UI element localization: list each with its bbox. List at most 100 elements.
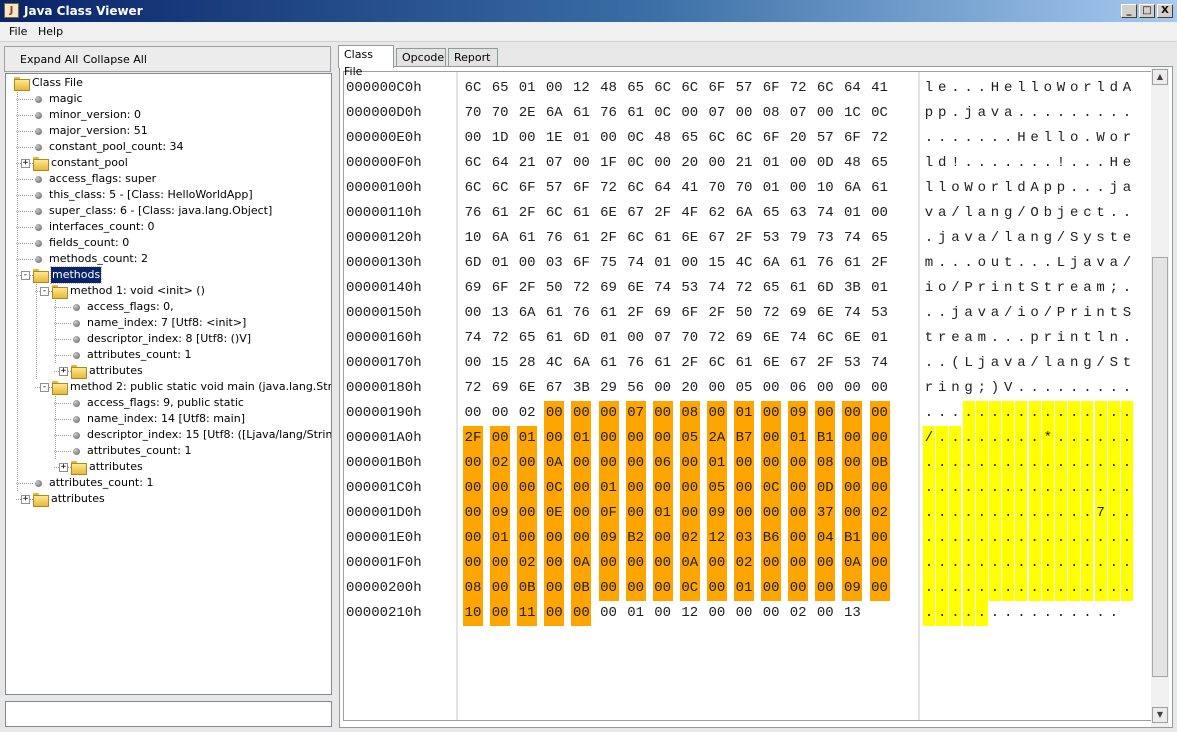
hex-byte[interactable]: 12 [706,526,727,551]
ascii-char[interactable]: . [1068,476,1081,501]
hex-byte[interactable]: 01 [571,126,591,151]
hex-byte[interactable]: 0C [653,101,673,126]
hex-byte[interactable]: 13 [490,301,510,326]
ascii-char[interactable]: a [989,351,1001,376]
ascii-char[interactable]: S [1029,276,1041,301]
ascii-char[interactable]: . [1094,476,1107,501]
ascii-char[interactable]: e [1121,151,1133,176]
hex-byte[interactable]: 2F [626,301,646,326]
tree-node-label[interactable]: attributes [89,363,143,379]
hex-byte[interactable]: 00 [571,526,592,551]
ascii-char[interactable]: d [936,151,948,176]
tree-node[interactable]: constant_pool_count: 34 [6,139,326,155]
ascii-char[interactable]: n [1095,301,1107,326]
ascii-char[interactable]: o [976,251,988,276]
tree-node-label[interactable]: attributes_count: 1 [87,443,191,459]
ascii-char[interactable]: g [1042,226,1054,251]
hex-byte[interactable]: 08 [815,451,836,476]
hex-byte[interactable]: 1D [490,126,510,151]
ascii-char[interactable]: . [989,526,1001,551]
ascii-char[interactable]: r [1042,326,1054,351]
ascii-char[interactable]: O [1029,201,1041,226]
hex-byte[interactable]: 21 [517,151,537,176]
hex-byte[interactable]: 6C [490,176,510,201]
hex-byte[interactable]: 00 [788,151,808,176]
tree-node[interactable]: interfaces_count: 0 [6,219,326,235]
ascii-char[interactable]: . [949,551,962,576]
ascii-char[interactable]: o [936,276,948,301]
hex-byte[interactable]: 48 [653,126,673,151]
tree-node-label[interactable]: attributes [89,459,143,475]
ascii-char[interactable]: t [1121,351,1133,376]
tree-node[interactable]: fields_count: 0 [6,235,326,251]
hex-byte[interactable]: 6F [517,176,537,201]
ascii-char[interactable]: l [1002,226,1014,251]
hex-byte[interactable]: 63 [788,201,808,226]
hex-byte[interactable]: 6F [680,301,700,326]
ascii-char[interactable]: . [975,526,988,551]
ascii-char[interactable]: P [1055,301,1067,326]
hex-byte[interactable]: 00 [490,401,510,426]
hex-byte[interactable]: 74 [707,276,727,301]
ascii-char[interactable]: . [1095,151,1107,176]
hex-byte[interactable]: 69 [463,276,483,301]
hex-byte[interactable]: 65 [870,226,890,251]
hex-byte[interactable]: 00 [815,551,836,576]
tree-node-label[interactable]: major_version: 51 [49,123,148,139]
ascii-char[interactable]: . [936,476,949,501]
hex-byte[interactable]: 2F [707,301,727,326]
collapse-toggle-icon[interactable]: - [40,383,49,392]
hex-byte[interactable]: 00 [815,376,835,401]
hex-byte[interactable]: 00 [734,501,754,526]
hex-byte[interactable]: 6A [490,226,510,251]
hex-byte[interactable]: 07 [707,101,727,126]
hex-byte[interactable]: 00 [842,501,863,526]
hex-byte[interactable]: 06 [652,451,673,476]
menu-help[interactable]: Help [38,25,63,38]
hex-byte[interactable]: 76 [571,301,591,326]
ascii-char[interactable]: . [989,576,1001,601]
ascii-char[interactable]: i [989,276,1001,301]
hex-byte[interactable]: 00 [544,426,565,451]
hex-byte[interactable]: 6F [490,276,510,301]
hex-byte[interactable]: 00 [626,326,646,351]
expand-all-button[interactable]: Expand All [20,53,78,66]
hex-byte[interactable]: 61 [571,101,591,126]
ascii-char[interactable]: . [1029,151,1041,176]
ascii-char[interactable]: / [949,201,961,226]
hex-byte[interactable]: 3B [571,376,591,401]
ascii-char[interactable]: . [1028,401,1041,426]
hex-byte[interactable]: 00 [734,451,754,476]
ascii-char[interactable]: a [949,226,961,251]
ascii-char[interactable]: . [1055,476,1067,501]
tree-node[interactable]: - method 2: public static void main (java… [6,379,331,395]
ascii-char[interactable]: . [962,601,975,626]
ascii-char[interactable]: . [923,551,935,576]
hex-byte[interactable]: 00 [679,476,700,501]
ascii-char[interactable]: . [1015,576,1028,601]
hex-byte[interactable]: 65 [517,326,537,351]
hex-byte[interactable]: 57 [544,176,564,201]
ascii-char[interactable]: b [1042,201,1054,226]
ascii-char[interactable]: v [963,226,975,251]
ascii-char[interactable]: l [1042,126,1054,151]
hex-byte[interactable]: 75 [599,251,619,276]
ascii-char[interactable]: H [1108,151,1120,176]
hex-byte[interactable]: 65 [490,76,510,101]
ascii-char[interactable]: W [1055,76,1067,101]
ascii-char[interactable]: . [1081,476,1094,501]
hex-byte[interactable]: 61 [788,276,808,301]
hex-byte[interactable]: 00 [517,476,538,501]
hex-byte[interactable]: 00 [788,551,809,576]
hex-byte[interactable]: 61 [842,251,862,276]
ascii-char[interactable]: H [989,76,1001,101]
ascii-char[interactable]: W [963,176,975,201]
ascii-char[interactable]: . [1094,551,1107,576]
ascii-char[interactable]: . [1055,551,1067,576]
ascii-char[interactable]: r [936,326,948,351]
hex-byte[interactable]: B1 [842,526,863,551]
ascii-char[interactable]: a [976,201,988,226]
collapse-toggle-icon[interactable]: - [21,271,30,280]
tree-node[interactable]: access_flags: 0, [6,299,326,315]
hex-byte[interactable]: 0F [598,501,619,526]
